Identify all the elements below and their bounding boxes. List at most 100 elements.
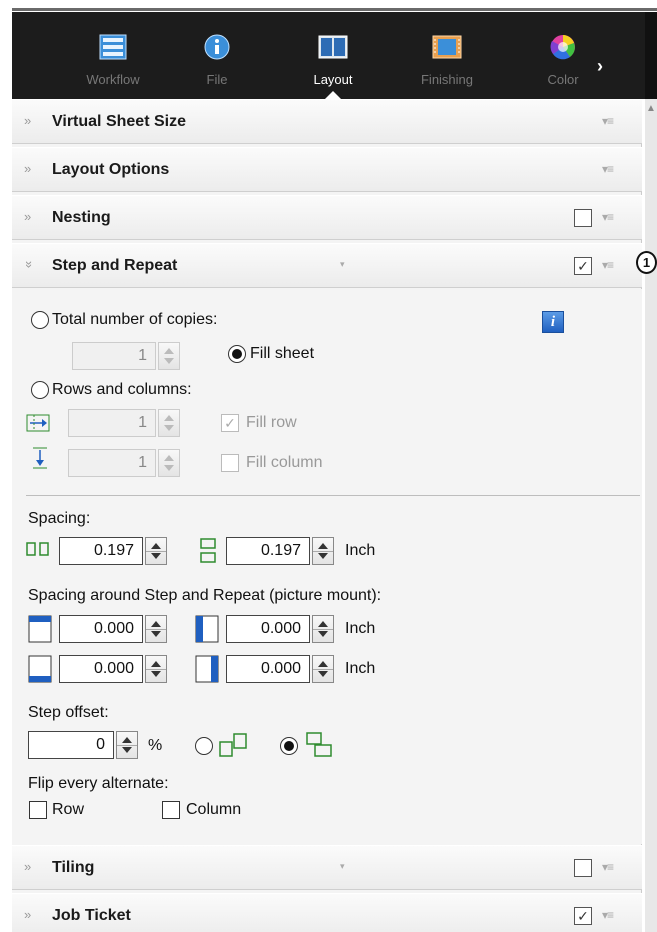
mount-left-icon [195, 615, 219, 643]
columns-direction-icon [33, 447, 47, 469]
callout-badge: 1 [636, 251, 657, 274]
spacing-horizontal-field[interactable]: 0.197 [59, 537, 143, 565]
section-menu-icon[interactable]: ▾≡ [602, 860, 614, 874]
step-offset-field[interactable]: 0 [28, 731, 114, 759]
job-ticket-enable-checkbox[interactable]: ✓ [574, 907, 592, 925]
copies-stepper[interactable] [158, 342, 180, 370]
mount-unit: Inch [345, 620, 376, 637]
mount-top-stepper[interactable] [145, 615, 167, 643]
section-layout-options[interactable]: » Layout Options ▾≡ [12, 147, 642, 192]
section-title: Virtual Sheet Size [52, 113, 186, 130]
fill-row-label: Fill row [246, 414, 297, 431]
expand-chevron-icon[interactable]: » [24, 209, 31, 224]
step-offset-stepper[interactable] [116, 731, 138, 759]
rows-field[interactable]: 1 [68, 409, 156, 437]
active-tab-caret [325, 91, 341, 99]
tab-label: Layout [313, 72, 353, 87]
color-wheel-icon [550, 35, 575, 60]
mount-top-icon [28, 615, 52, 643]
tab-file[interactable]: File [172, 12, 262, 99]
step-offset-unit: % [148, 737, 163, 754]
vertical-spacing-icon [200, 538, 216, 563]
fill-sheet-label: Fill sheet [250, 345, 315, 362]
expand-chevron-icon[interactable]: » [24, 859, 31, 874]
expand-chevron-icon[interactable]: » [24, 113, 31, 128]
offset-vertical-radio[interactable] [280, 737, 298, 755]
drag-handle-icon[interactable]: ▾ [340, 259, 345, 270]
tab-workflow[interactable]: Workflow [68, 12, 158, 99]
tab-color[interactable]: Color [518, 12, 608, 99]
section-title: Nesting [52, 209, 111, 226]
step-repeat-content: Total number of copies: i 1 Fill sheet R… [12, 289, 642, 844]
section-title: Step and Repeat [52, 257, 178, 274]
copies-field[interactable]: 1 [72, 342, 156, 370]
total-copies-label: Total number of copies: [52, 311, 218, 328]
expand-chevron-icon[interactable]: » [24, 161, 31, 176]
step-offset-label: Step offset: [28, 704, 109, 721]
spacing-vertical-stepper[interactable] [312, 537, 334, 565]
mount-bottom-icon [28, 655, 52, 683]
fill-row-checkbox[interactable]: ✓ [221, 414, 239, 432]
info-icon [204, 34, 230, 60]
section-virtual-sheet-size[interactable]: » Virtual Sheet Size ▾≡ [12, 99, 642, 144]
drag-handle-icon[interactable]: ▾ [340, 861, 345, 872]
step-repeat-enable-checkbox[interactable]: ✓ [574, 257, 592, 275]
columns-stepper[interactable] [158, 449, 180, 477]
fill-column-checkbox[interactable] [221, 454, 239, 472]
tab-layout[interactable]: Layout [288, 12, 378, 99]
rows-direction-icon [26, 414, 50, 432]
section-tiling[interactable]: » Tiling ▾ ▾≡ [12, 845, 642, 890]
flip-column-label: Column [186, 801, 242, 818]
flip-row-checkbox[interactable] [29, 801, 47, 819]
tiling-enable-checkbox[interactable] [574, 859, 592, 877]
section-menu-icon[interactable]: ▾≡ [602, 114, 614, 128]
mount-bottom-stepper[interactable] [145, 655, 167, 683]
finishing-icon [432, 35, 462, 59]
tab-label: Finishing [420, 72, 474, 87]
toolbar-next-button[interactable]: › [597, 56, 603, 77]
offset-horizontal-radio[interactable] [195, 737, 213, 755]
info-icon[interactable]: i [542, 311, 564, 333]
mount-unit: Inch [345, 660, 376, 677]
mount-right-stepper[interactable] [312, 655, 334, 683]
columns-field[interactable]: 1 [68, 449, 156, 477]
section-menu-icon[interactable]: ▾≡ [602, 210, 614, 224]
section-title: Tiling [52, 859, 95, 876]
rows-columns-radio[interactable] [31, 381, 49, 399]
nesting-enable-checkbox[interactable] [574, 209, 592, 227]
tab-finishing[interactable]: Finishing [402, 12, 492, 99]
mount-right-field[interactable]: 0.000 [226, 655, 310, 683]
mount-bottom-field[interactable]: 0.000 [59, 655, 143, 683]
flip-column-checkbox[interactable] [162, 801, 180, 819]
mount-left-stepper[interactable] [312, 615, 334, 643]
spacing-vertical-field[interactable]: 0.197 [226, 537, 310, 565]
toolbar-overflow [645, 12, 657, 99]
rows-stepper[interactable] [158, 409, 180, 437]
collapse-chevron-icon[interactable]: » [22, 261, 37, 268]
rows-columns-label: Rows and columns: [52, 381, 192, 398]
section-step-and-repeat[interactable]: » Step and Repeat ▾ ✓ ▾≡ [12, 243, 642, 288]
mount-right-icon [195, 655, 219, 683]
scroll-up-arrow-icon[interactable]: ▲ [645, 103, 657, 117]
spacing-horizontal-stepper[interactable] [145, 537, 167, 565]
mount-left-field[interactable]: 0.000 [226, 615, 310, 643]
fill-sheet-radio[interactable] [228, 345, 246, 363]
section-menu-icon[interactable]: ▾≡ [602, 162, 614, 176]
toolbar: Workflow File Layout Finishing Color › [12, 12, 645, 99]
offset-vertical-icon [306, 732, 332, 757]
section-divider [26, 495, 640, 496]
tab-label: Color [547, 72, 579, 87]
total-copies-radio[interactable] [31, 311, 49, 329]
section-job-ticket[interactable]: » Job Ticket ✓ ▾≡ [12, 893, 642, 932]
offset-horizontal-icon [219, 733, 247, 757]
expand-chevron-icon[interactable]: » [24, 907, 31, 922]
section-menu-icon[interactable]: ▾≡ [602, 908, 614, 922]
mount-top-field[interactable]: 0.000 [59, 615, 143, 643]
section-nesting[interactable]: » Nesting ▾≡ [12, 195, 642, 240]
section-menu-icon[interactable]: ▾≡ [602, 258, 614, 272]
section-title: Job Ticket [52, 907, 131, 924]
flip-row-label: Row [52, 801, 85, 818]
scrollbar[interactable]: ▲ [645, 99, 657, 932]
properties-panel: » Virtual Sheet Size ▾≡ » Layout Options… [12, 99, 642, 932]
tab-label: File [206, 72, 228, 87]
